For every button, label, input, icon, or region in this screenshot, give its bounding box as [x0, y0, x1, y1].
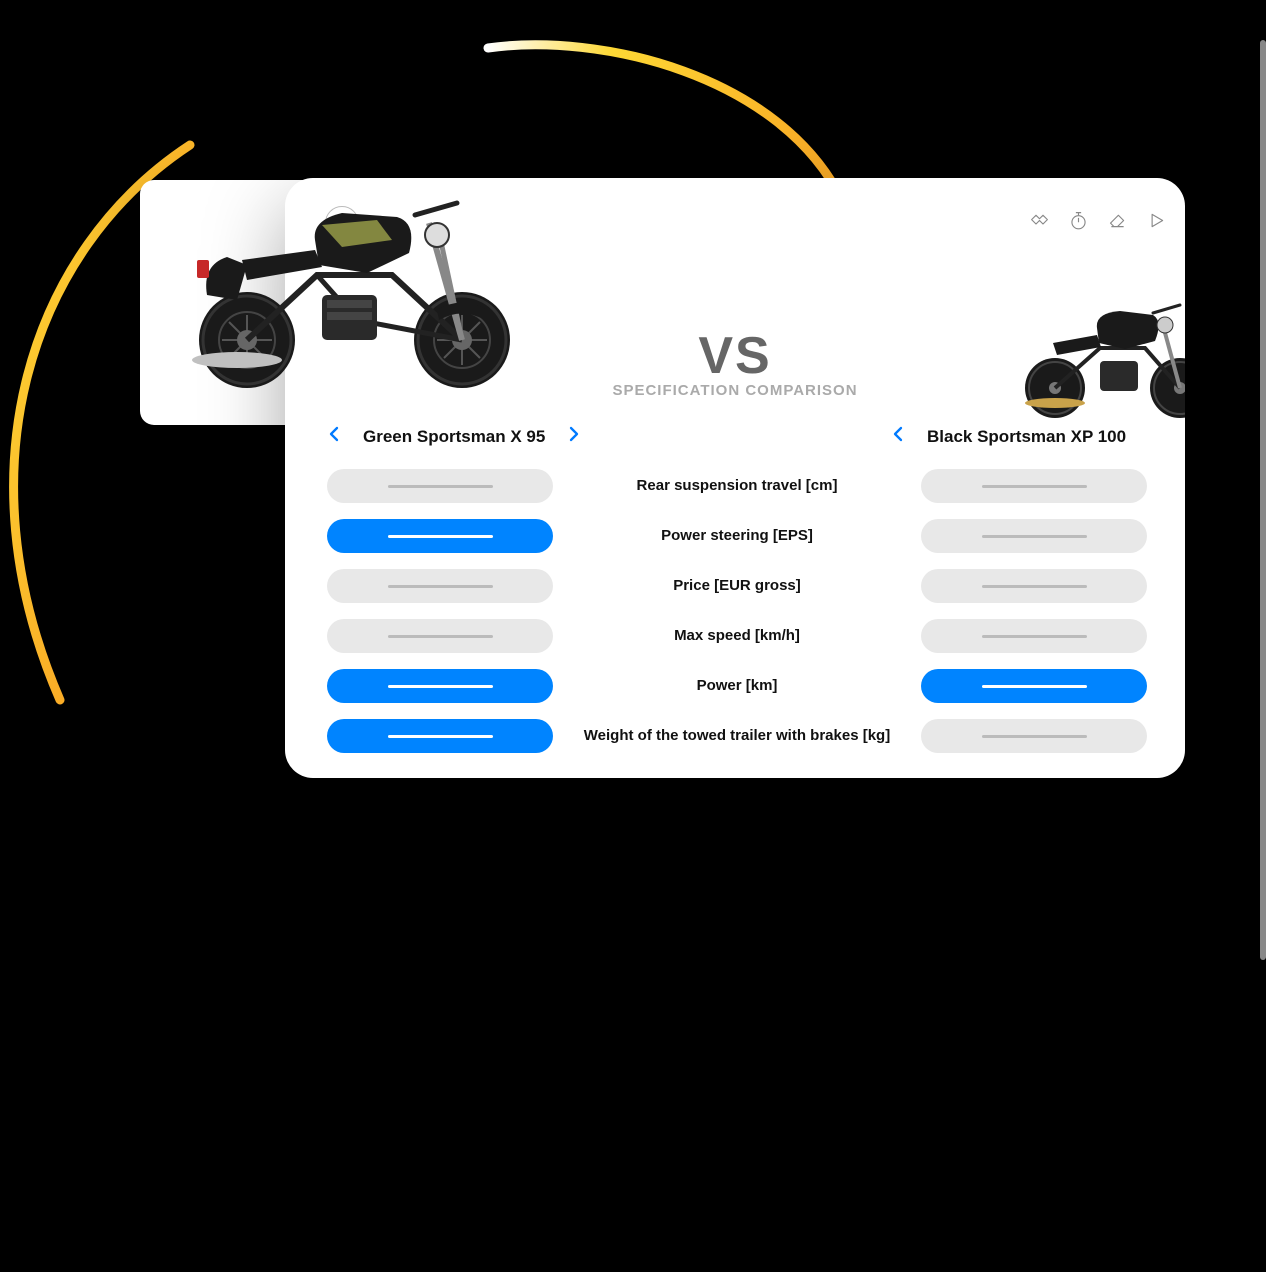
spec-value-right[interactable] [921, 519, 1147, 553]
spec-label: Rear suspension travel [cm] [553, 477, 921, 496]
product-image-right [1005, 283, 1185, 423]
spec-value-left[interactable] [327, 519, 553, 553]
vs-title: VS [698, 326, 771, 386]
spec-label: Weight of the towed trailer with brakes … [553, 727, 921, 746]
product-name-right: Black Sportsman XP 100 [927, 427, 1126, 447]
spec-value-right[interactable] [921, 619, 1147, 653]
handshake-icon[interactable] [1029, 210, 1050, 231]
spec-label: Power steering [EPS] [553, 527, 921, 546]
scrollbar-thumb[interactable] [1260, 40, 1266, 960]
stopwatch-icon[interactable] [1068, 210, 1089, 231]
product-name-left: Green Sportsman X 95 [363, 427, 545, 447]
product-selector-left: Green Sportsman X 95 [329, 426, 579, 447]
spec-value-left[interactable] [327, 619, 553, 653]
spec-value-right[interactable] [921, 669, 1147, 703]
spec-row: Rear suspension travel [cm] [327, 468, 1147, 504]
scrollbar[interactable] [1260, 40, 1266, 1000]
spec-label: Power [km] [553, 677, 921, 696]
product-image-left [167, 165, 547, 395]
play-icon[interactable] [1146, 210, 1167, 231]
chevron-right-icon[interactable] [569, 426, 579, 447]
spec-value-left[interactable] [327, 469, 553, 503]
spec-row: Max speed [km/h] [327, 618, 1147, 654]
spec-value-left[interactable] [327, 719, 553, 753]
spec-row: Power steering [EPS] [327, 518, 1147, 554]
spec-value-right[interactable] [921, 569, 1147, 603]
spec-label: Max speed [km/h] [553, 627, 921, 646]
spec-label: Price [EUR gross] [553, 577, 921, 596]
spec-value-left[interactable] [327, 669, 553, 703]
spec-value-right[interactable] [921, 469, 1147, 503]
chevron-left-icon[interactable] [893, 426, 903, 447]
erase-icon[interactable] [1107, 210, 1128, 231]
spec-table: Rear suspension travel [cm] Power steerin… [327, 468, 1147, 768]
chevron-left-icon[interactable] [329, 426, 339, 447]
product-selector-right: Black Sportsman XP 100 [893, 426, 1126, 447]
spec-value-left[interactable] [327, 569, 553, 603]
spec-value-right[interactable] [921, 719, 1147, 753]
toolbar [1029, 210, 1167, 231]
spec-row: Power [km] [327, 668, 1147, 704]
spec-row: Price [EUR gross] [327, 568, 1147, 604]
spec-row: Weight of the towed trailer with brakes … [327, 718, 1147, 754]
vs-subtitle: SPECIFICATION COMPARISON [612, 382, 857, 399]
